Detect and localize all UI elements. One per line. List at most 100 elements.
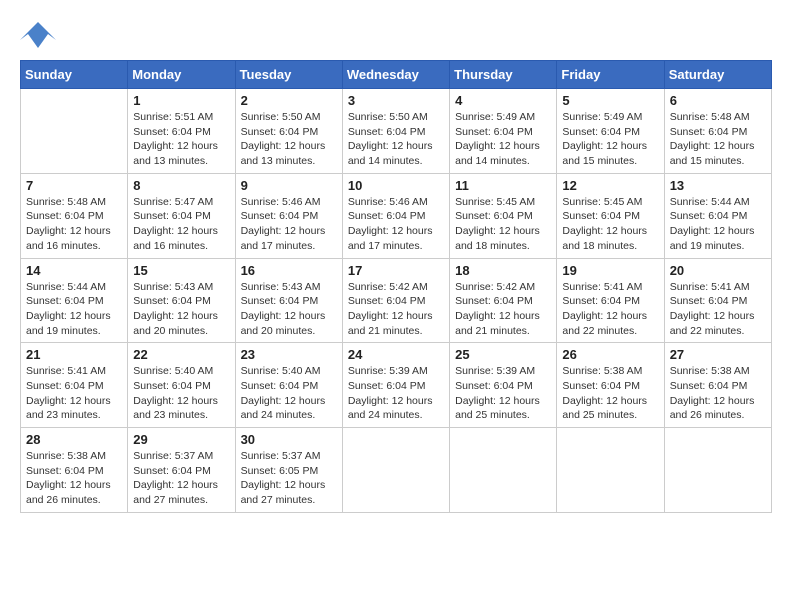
day-number: 6 [670,93,766,108]
calendar-cell: 22 Sunrise: 5:40 AMSunset: 6:04 PMDayligh… [128,343,235,428]
day-number: 8 [133,178,229,193]
day-info: Sunrise: 5:48 AMSunset: 6:04 PMDaylight:… [26,195,122,254]
day-number: 20 [670,263,766,278]
day-number: 11 [455,178,551,193]
calendar-cell: 11 Sunrise: 5:45 AMSunset: 6:04 PMDayligh… [450,173,557,258]
day-number: 15 [133,263,229,278]
day-info: Sunrise: 5:50 AMSunset: 6:04 PMDaylight:… [241,110,337,169]
calendar-cell: 24Sunrise: 5:39 AMSunset: 6:04 PMDayligh… [342,343,449,428]
day-info: Sunrise: 5:50 AMSunset: 6:04 PMDaylight:… [348,110,444,169]
day-number: 14 [26,263,122,278]
day-info: Sunrise: 5:46 AMSunset: 6:04 PMDaylight:… [348,195,444,254]
day-info: Sunrise: 5:41 AMSunset: 6:04 PMDaylight:… [670,280,766,339]
day-info: Sunrise: 5:38 AMSunset: 6:04 PMDaylight:… [562,364,658,423]
day-info: Sunrise: 5:44 AMSunset: 6:04 PMDaylight:… [670,195,766,254]
day-number: 10 [348,178,444,193]
day-info: Sunrise: 5:38 AMSunset: 6:04 PMDaylight:… [670,364,766,423]
calendar-body: 1 Sunrise: 5:51 AMSunset: 6:04 PMDaylight… [21,89,772,513]
weekday-header: Thursday [450,61,557,89]
day-number: 5 [562,93,658,108]
day-number: 29 [133,432,229,447]
day-info: Sunrise: 5:39 AMSunset: 6:04 PMDaylight:… [455,364,551,423]
day-number: 1 [133,93,229,108]
day-info: Sunrise: 5:43 AMSunset: 6:04 PMDaylight:… [241,280,337,339]
calendar-header-row: SundayMondayTuesdayWednesdayThursdayFrid… [21,61,772,89]
calendar-cell: 13 Sunrise: 5:44 AMSunset: 6:04 PMDayligh… [664,173,771,258]
calendar-cell: 4Sunrise: 5:49 AMSunset: 6:04 PMDaylight… [450,89,557,174]
calendar-cell: 7 Sunrise: 5:48 AMSunset: 6:04 PMDaylight… [21,173,128,258]
calendar-cell: 8 Sunrise: 5:47 AMSunset: 6:04 PMDaylight… [128,173,235,258]
weekday-header: Tuesday [235,61,342,89]
day-info: Sunrise: 5:44 AMSunset: 6:04 PMDaylight:… [26,280,122,339]
weekday-header: Sunday [21,61,128,89]
weekday-header: Saturday [664,61,771,89]
day-info: Sunrise: 5:37 AMSunset: 6:04 PMDaylight:… [133,449,229,508]
logo-icon [20,20,56,50]
day-number: 13 [670,178,766,193]
day-info: Sunrise: 5:41 AMSunset: 6:04 PMDaylight:… [562,280,658,339]
calendar-cell [21,89,128,174]
calendar-cell: 14 Sunrise: 5:44 AMSunset: 6:04 PMDayligh… [21,258,128,343]
calendar-cell: 3 Sunrise: 5:50 AMSunset: 6:04 PMDaylight… [342,89,449,174]
calendar-week-row: 28Sunrise: 5:38 AMSunset: 6:04 PMDayligh… [21,428,772,513]
calendar-cell: 29 Sunrise: 5:37 AMSunset: 6:04 PMDayligh… [128,428,235,513]
calendar-cell: 17Sunrise: 5:42 AMSunset: 6:04 PMDayligh… [342,258,449,343]
day-info: Sunrise: 5:39 AMSunset: 6:04 PMDaylight:… [348,364,444,423]
day-number: 19 [562,263,658,278]
header [20,20,772,50]
day-info: Sunrise: 5:45 AMSunset: 6:04 PMDaylight:… [455,195,551,254]
calendar-cell [664,428,771,513]
day-info: Sunrise: 5:40 AMSunset: 6:04 PMDaylight:… [241,364,337,423]
calendar-cell: 2 Sunrise: 5:50 AMSunset: 6:04 PMDaylight… [235,89,342,174]
calendar-cell: 27 Sunrise: 5:38 AMSunset: 6:04 PMDayligh… [664,343,771,428]
day-number: 7 [26,178,122,193]
day-number: 18 [455,263,551,278]
calendar-cell: 12 Sunrise: 5:45 AMSunset: 6:04 PMDayligh… [557,173,664,258]
day-info: Sunrise: 5:37 AMSunset: 6:05 PMDaylight:… [241,449,337,508]
calendar-cell: 23 Sunrise: 5:40 AMSunset: 6:04 PMDayligh… [235,343,342,428]
calendar-cell: 28Sunrise: 5:38 AMSunset: 6:04 PMDayligh… [21,428,128,513]
calendar-cell: 10 Sunrise: 5:46 AMSunset: 6:04 PMDayligh… [342,173,449,258]
day-number: 3 [348,93,444,108]
day-number: 22 [133,347,229,362]
calendar-week-row: 21Sunrise: 5:41 AMSunset: 6:04 PMDayligh… [21,343,772,428]
weekday-header: Wednesday [342,61,449,89]
calendar-cell: 19 Sunrise: 5:41 AMSunset: 6:04 PMDayligh… [557,258,664,343]
day-number: 9 [241,178,337,193]
calendar-week-row: 1 Sunrise: 5:51 AMSunset: 6:04 PMDaylight… [21,89,772,174]
calendar-cell: 30 Sunrise: 5:37 AMSunset: 6:05 PMDayligh… [235,428,342,513]
calendar-cell: 5Sunrise: 5:49 AMSunset: 6:04 PMDaylight… [557,89,664,174]
day-number: 26 [562,347,658,362]
weekday-header: Friday [557,61,664,89]
calendar-cell: 21Sunrise: 5:41 AMSunset: 6:04 PMDayligh… [21,343,128,428]
calendar-cell [450,428,557,513]
calendar-cell [557,428,664,513]
day-number: 30 [241,432,337,447]
day-number: 12 [562,178,658,193]
day-info: Sunrise: 5:43 AMSunset: 6:04 PMDaylight:… [133,280,229,339]
day-number: 2 [241,93,337,108]
day-number: 16 [241,263,337,278]
calendar-week-row: 14 Sunrise: 5:44 AMSunset: 6:04 PMDayligh… [21,258,772,343]
day-number: 23 [241,347,337,362]
day-info: Sunrise: 5:47 AMSunset: 6:04 PMDaylight:… [133,195,229,254]
calendar-cell: 25 Sunrise: 5:39 AMSunset: 6:04 PMDayligh… [450,343,557,428]
day-info: Sunrise: 5:38 AMSunset: 6:04 PMDaylight:… [26,449,122,508]
day-info: Sunrise: 5:51 AMSunset: 6:04 PMDaylight:… [133,110,229,169]
day-info: Sunrise: 5:48 AMSunset: 6:04 PMDaylight:… [670,110,766,169]
weekday-header: Monday [128,61,235,89]
day-number: 4 [455,93,551,108]
calendar-week-row: 7 Sunrise: 5:48 AMSunset: 6:04 PMDaylight… [21,173,772,258]
logo [20,20,60,50]
day-number: 27 [670,347,766,362]
calendar-cell [342,428,449,513]
calendar-cell: 16 Sunrise: 5:43 AMSunset: 6:04 PMDayligh… [235,258,342,343]
day-info: Sunrise: 5:45 AMSunset: 6:04 PMDaylight:… [562,195,658,254]
calendar-cell: 1 Sunrise: 5:51 AMSunset: 6:04 PMDaylight… [128,89,235,174]
calendar-cell: 20 Sunrise: 5:41 AMSunset: 6:04 PMDayligh… [664,258,771,343]
day-number: 25 [455,347,551,362]
calendar-cell: 18Sunrise: 5:42 AMSunset: 6:04 PMDayligh… [450,258,557,343]
day-info: Sunrise: 5:40 AMSunset: 6:04 PMDaylight:… [133,364,229,423]
calendar-cell: 26 Sunrise: 5:38 AMSunset: 6:04 PMDayligh… [557,343,664,428]
day-info: Sunrise: 5:42 AMSunset: 6:04 PMDaylight:… [348,280,444,339]
